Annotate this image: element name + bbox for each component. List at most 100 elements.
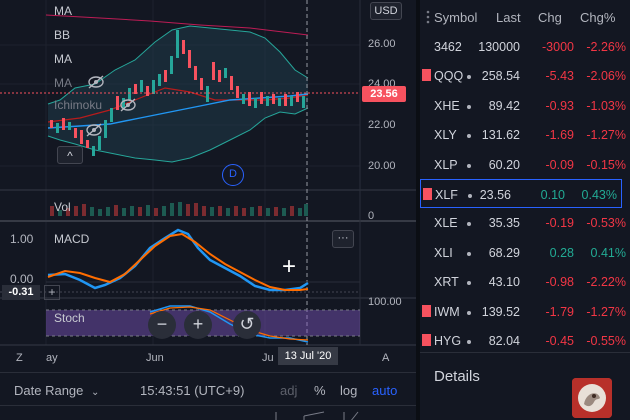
row-last: 43.10	[488, 275, 520, 290]
log-toggle[interactable]: log	[340, 383, 357, 398]
price-tick: 26.00	[368, 38, 396, 50]
row-chg-pct: -0.53%	[586, 216, 626, 231]
volume-label[interactable]: Vol	[54, 200, 71, 214]
watchlist-row-hyg[interactable]: HYG 82.04 -0.45 -0.55%	[420, 326, 630, 355]
reset-chart-button[interactable]: ↺	[233, 311, 261, 339]
row-chg-pct: -2.06%	[586, 69, 626, 84]
row-last: 35.35	[488, 216, 520, 231]
watchlist-row-xlf[interactable]: XLF 23.56 0.10 0.43%	[420, 179, 622, 208]
row-symbol: XHE	[434, 98, 460, 113]
column-header-last[interactable]: Last	[496, 10, 521, 25]
date-range-label: Date Range	[14, 383, 84, 398]
time-axis-label: Jun	[146, 352, 164, 364]
macd-tick: 1.00	[10, 232, 34, 246]
indicator-label-bb[interactable]: BB	[54, 28, 70, 42]
zoom-in-button[interactable]: +	[184, 311, 212, 339]
row-symbol: HYG	[434, 334, 462, 348]
flag-icon[interactable]	[423, 188, 432, 200]
toolbar-separator	[0, 405, 416, 406]
dividend-marker[interactable]: D	[222, 164, 244, 186]
row-symbol: 3462	[434, 40, 462, 54]
add-indicator-button[interactable]: +	[44, 285, 60, 300]
indicator-label-ma-3[interactable]: MA	[54, 76, 72, 90]
details-separator	[420, 352, 630, 353]
market-status-dot-icon	[467, 340, 471, 344]
row-chg: -0.09	[545, 157, 575, 172]
row-chg: -0.98	[545, 275, 575, 290]
eye-hidden-icon[interactable]	[84, 120, 104, 140]
row-chg-pct: -1.27%	[586, 304, 626, 319]
macd-value-badge: -0.31	[2, 285, 40, 300]
row-chg: -0.19	[545, 216, 575, 231]
row-chg-pct: -1.03%	[586, 98, 626, 113]
row-last: 68.29	[488, 245, 520, 260]
row-chg-pct: -0.15%	[586, 157, 626, 172]
column-header-chg[interactable]: Chg	[538, 10, 562, 25]
adj-toggle[interactable]: adj	[280, 383, 297, 398]
market-status-dot-icon	[468, 194, 472, 198]
watchlist-header: Symbol Last Chg Chg%	[420, 0, 630, 34]
flag-icon[interactable]	[422, 304, 431, 317]
clock-display[interactable]: 15:43:51 (UTC+9)	[140, 383, 244, 398]
currency-label[interactable]: USD	[370, 2, 402, 20]
pane-more-button[interactable]: ···	[332, 230, 354, 248]
row-symbol: XLI	[434, 245, 453, 260]
collapse-legend-button[interactable]: ^	[57, 146, 83, 164]
row-chg: -0.45	[545, 334, 575, 348]
market-status-dot-icon	[467, 310, 471, 315]
row-chg: -3000	[542, 40, 574, 54]
time-axis-label: ay	[46, 352, 58, 364]
time-axis-a-label[interactable]: A	[382, 352, 389, 364]
column-header-chg-pct[interactable]: Chg%	[580, 10, 615, 25]
watchlist-row-qqq[interactable]: QQQ 258.54 -5.43 -2.06%	[420, 61, 630, 90]
watchlist-row-3462[interactable]: 3462 130000 -3000 -2.26%	[420, 32, 630, 61]
row-last: 258.54	[481, 69, 520, 84]
row-chg: -1.79	[545, 304, 575, 319]
auto-toggle[interactable]: auto	[372, 383, 397, 398]
market-status-dot-icon	[467, 75, 471, 80]
column-header-symbol[interactable]: Symbol	[434, 10, 477, 25]
watchlist-row-xli[interactable]: XLI 68.29 0.28 0.41%	[420, 238, 630, 267]
row-last: 139.52	[481, 304, 520, 319]
row-chg: -0.93	[545, 98, 575, 113]
eye-hidden-icon[interactable]	[118, 95, 138, 115]
row-chg-pct: -2.22%	[586, 275, 626, 290]
price-tick: 20.00	[368, 160, 396, 172]
user-avatar[interactable]	[572, 378, 612, 418]
indicator-label-ma-2[interactable]: MA	[54, 52, 72, 66]
watchlist-row-xle[interactable]: XLE 35.35 -0.19 -0.53%	[420, 208, 630, 237]
indicator-label-ichimoku[interactable]: Ichimoku	[54, 98, 102, 112]
flag-icon[interactable]	[422, 69, 431, 82]
details-section-title[interactable]: Details	[434, 368, 480, 385]
watchlist-row-xhe[interactable]: XHE 89.42 -0.93 -1.03%	[420, 91, 630, 120]
stoch-label[interactable]: Stoch	[54, 311, 85, 325]
macd-tick: 0.00	[10, 272, 34, 286]
flag-icon[interactable]	[422, 334, 431, 346]
row-symbol: XLF	[435, 188, 458, 202]
chart-area[interactable]: USD 26.00 24.00 22.00 20.00 23.56 0 MA B…	[0, 0, 416, 372]
bottom-toolbar: Date Range ⌄ 15:43:51 (UTC+9) adj % log …	[0, 372, 416, 420]
row-last: 82.04	[488, 334, 520, 348]
indicator-label-ma-1[interactable]: MA	[54, 4, 72, 18]
market-status-dot-icon	[467, 163, 471, 168]
price-tick: 22.00	[368, 119, 396, 131]
volume-zero-tick: 0	[368, 210, 375, 222]
row-chg-pct: 0.41%	[590, 245, 626, 260]
row-chg-pct: -2.26%	[586, 40, 626, 54]
watchlist-row-iwm[interactable]: IWM 139.52 -1.79 -1.27%	[420, 297, 630, 326]
watchlist-row-xly[interactable]: XLY 131.62 -1.69 -1.27%	[420, 120, 630, 149]
time-axis-z-label[interactable]: Z	[16, 352, 23, 364]
watchlist-row-xrt[interactable]: XRT 43.10 -0.98 -2.22%	[420, 267, 630, 296]
drag-handle-icon[interactable]	[426, 10, 430, 24]
eye-hidden-icon[interactable]	[86, 72, 106, 92]
chevron-down-icon: ⌄	[91, 387, 100, 398]
percent-toggle[interactable]: %	[314, 383, 326, 398]
row-last: 23.56	[479, 188, 511, 202]
watchlist-row-xlp[interactable]: XLP 60.20 -0.09 -0.15%	[420, 150, 630, 179]
macd-label[interactable]: MACD	[54, 232, 89, 246]
drawing-tool-icon[interactable]	[274, 409, 334, 420]
zoom-out-button[interactable]: −	[148, 311, 176, 339]
pen-icon[interactable]	[342, 409, 362, 420]
row-symbol: QQQ	[434, 69, 464, 84]
date-range-dropdown[interactable]: Date Range ⌄	[14, 383, 99, 398]
